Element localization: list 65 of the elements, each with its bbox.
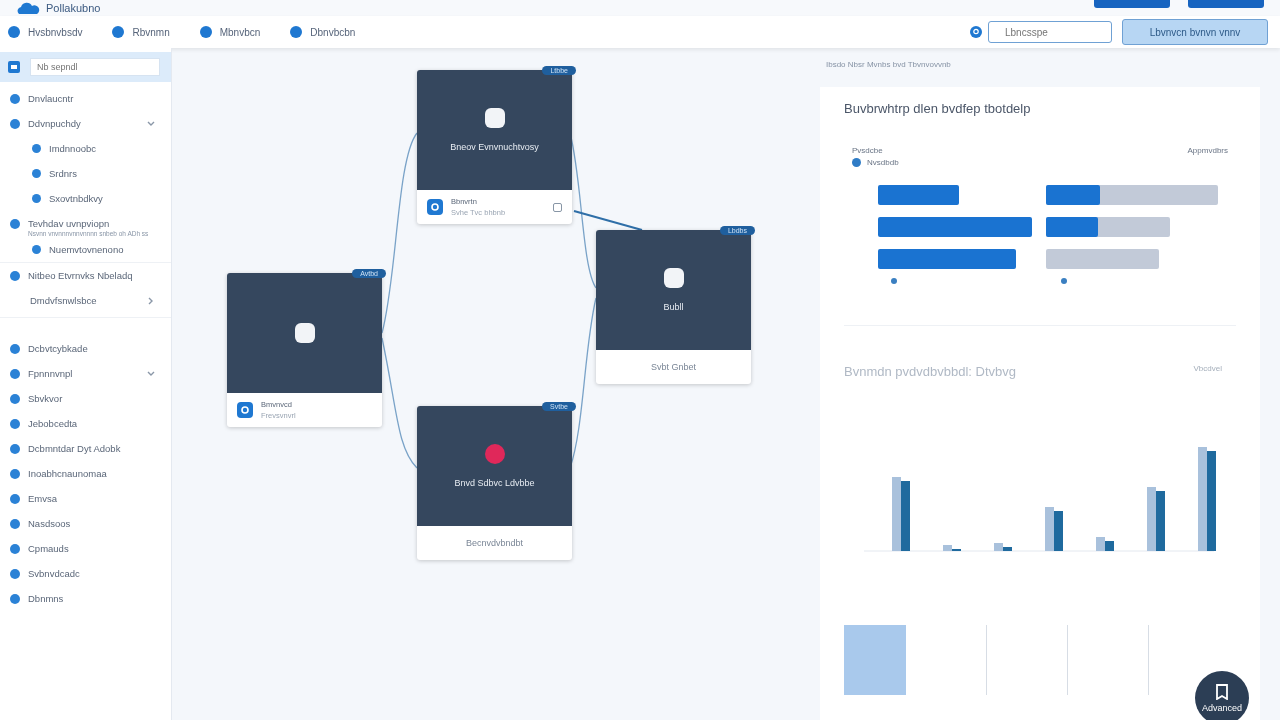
node-icon [294,323,315,343]
chart-bar [1054,511,1063,551]
node-title: Bnvd Sdbvc Ldvbbe [454,478,535,488]
sidebar-item[interactable]: Dbnmns [28,593,64,604]
sidebar-item[interactable]: Dcbvtcybkade [28,343,88,354]
nav-item[interactable]: Dbnvbcbn [290,26,356,38]
sidebar-item[interactable]: Tevhdav uvnpviopn [28,218,110,229]
sidebar-item[interactable]: Nitbeo Etvrnvks Nbeladq [28,270,133,281]
action-button[interactable]: Lbvnvcn bvnvn vnnv [1122,19,1268,45]
chart-bar [1105,541,1114,551]
node-label: Becnvdvbndbt [465,538,523,548]
chart-bar [1046,185,1100,205]
sidebar-item[interactable]: Svbnvdcadc [28,568,80,579]
sidebar-item[interactable]: Emvsa [28,493,58,504]
sidebar-search-field[interactable]: Nb sepndl [30,58,160,76]
chart-bar [1147,487,1156,551]
sidebar-item[interactable]: Dcbmntdar Dyt Adobk [28,443,121,454]
breadcrumb: Ibsdo Nbsr Mvnbs bvd Tbvnvovvnb [825,60,952,69]
legend-label: Appmvdbrs [1187,146,1228,157]
search-icon [970,26,982,38]
chart-bar [1156,491,1165,551]
sidebar-item[interactable]: Dmdvfsnwlsbce [30,295,97,306]
sidebar-item[interactable]: Nasdsoos [28,518,71,529]
chevron-icon[interactable] [148,296,154,305]
legend-label: Nvsdbdb [867,158,899,167]
axis-dot [891,278,897,284]
sidebar-item[interactable]: Cpmauds [28,543,69,554]
sidebar-item[interactable]: Inoabhcnaunomaa [28,468,107,479]
sidebar-item[interactable]: Imdnnoobc [49,143,96,154]
sidebar-item[interactable]: Fpnnnvnpl [28,368,73,379]
legend-title: Pvsdcbe [852,146,884,155]
node-label: Svbt Gnbet [651,362,696,372]
section-title: Bvnmdn pvdvdbvbbdl: Dtvbvg [844,364,1016,379]
sidebar-item[interactable]: Sbvkvor [28,393,63,404]
card-title: Buvbrwhtrp dlen bvdfep tbotdelp [844,101,1032,116]
sidebar-item[interactable]: Srdnrs [49,168,77,179]
gear-icon [427,199,443,215]
gear-icon [237,402,253,418]
node-title: Bneov Evnvnuchtvosy [450,142,539,152]
app-title: Pollakubno [46,2,101,14]
nav-item[interactable]: Hvsbnvbsdv [8,26,83,38]
chart-bar [901,481,910,551]
chart-bar [1096,537,1105,551]
chevron-icon[interactable] [147,120,155,127]
node-icon [663,268,684,288]
axis-dot [1061,278,1067,284]
chart-bar [1045,507,1054,551]
legend-dot [852,158,861,167]
chart-bar [1046,217,1098,237]
sidebar-item[interactable]: Sxovtnbdkvy [49,193,103,204]
chevron-icon[interactable] [147,370,155,377]
node-title: Bubll [663,302,684,312]
sidebar-search-row[interactable]: Nb sepndl [0,52,171,82]
sidebar-item[interactable]: Dnvlaucntr [28,93,74,104]
folder-icon [8,61,20,73]
nav-item[interactable]: Mbnvbcn [199,26,261,38]
sidebar-item[interactable]: Jebobcedta [28,418,78,429]
node-icon [484,108,505,128]
sidebar-item[interactable]: Nuemvtovnenono [49,244,124,255]
preview-panel [844,625,906,695]
nav-item[interactable]: Rbvnmn [112,26,170,38]
cloud-logo-icon [16,2,40,14]
search-field[interactable]: Lbncsspe [988,21,1112,43]
sidebar-item[interactable]: Ddvnpuchdy [28,118,81,129]
node-icon [484,444,505,464]
